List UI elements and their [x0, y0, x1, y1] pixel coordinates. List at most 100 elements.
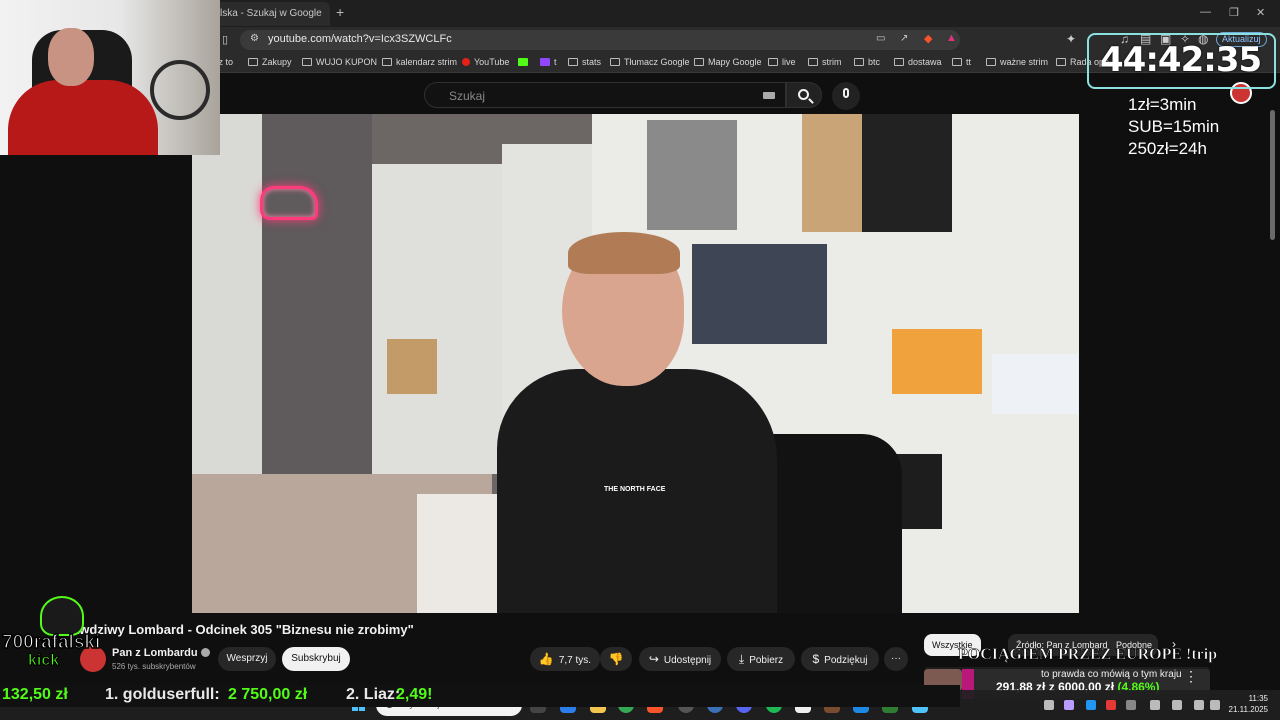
steam-icon[interactable] — [1126, 700, 1136, 710]
bookmark-item[interactable]: Tłumacz Google — [610, 57, 690, 67]
webcam-bike — [150, 60, 210, 120]
maximize-icon[interactable]: ❐ — [1229, 6, 1239, 19]
like-count: 7,7 tys. — [558, 655, 592, 666]
goal-subtitle: to prawda co mówią o tym kraju — [1041, 669, 1182, 680]
bookmark-item[interactable]: kalendarz strim — [382, 57, 457, 67]
bookmark-item[interactable]: live — [768, 57, 796, 67]
bookmark-label: WUJO KUPON — [316, 57, 378, 67]
channel-name[interactable]: Pan z Lombardu — [112, 647, 210, 659]
video-object — [387, 339, 437, 394]
search-button[interactable] — [786, 82, 822, 108]
youtube-icon — [462, 58, 470, 66]
folder-icon — [854, 58, 864, 66]
volume-icon[interactable] — [1210, 700, 1220, 710]
video-player[interactable]: THE NORTH FACE — [192, 114, 1079, 613]
bluetooth-icon[interactable] — [1086, 700, 1096, 710]
page-scrollbar[interactable] — [1270, 110, 1275, 240]
tray-icon[interactable] — [1064, 700, 1074, 710]
bookmark-item[interactable]: stats — [568, 57, 601, 67]
keyboard-icon[interactable] — [763, 92, 775, 99]
donation-name: 1. golduserfull: — [105, 686, 220, 703]
donation-total: 132,50 zł — [2, 686, 68, 703]
tray-icon[interactable] — [1150, 700, 1160, 710]
more-actions-button[interactable]: ··· — [884, 647, 908, 671]
kick-icon — [518, 58, 528, 66]
new-tab-button[interactable]: + — [336, 4, 344, 20]
bookmark-item[interactable]: strim — [808, 57, 842, 67]
like-button[interactable]: 👍 7,7 tys. — [530, 647, 600, 671]
close-icon[interactable]: ✕ — [1256, 6, 1265, 19]
rate-line: SUB=15min — [1128, 117, 1220, 136]
network-icon[interactable] — [1194, 700, 1204, 710]
cast-icon[interactable]: ▭ — [876, 33, 885, 44]
folder-icon — [248, 58, 258, 66]
search-input[interactable]: Szukaj — [424, 82, 786, 108]
taskbar-clock[interactable]: 11:35 21.11.2025 — [1226, 693, 1268, 715]
bookmark-item[interactable]: YouTube — [462, 57, 509, 67]
bookmark-item[interactable]: btc — [854, 57, 880, 67]
bookmark-item[interactable]: Mapy Google — [694, 57, 762, 67]
folder-icon — [808, 58, 818, 66]
share-button[interactable]: ↪ Udostępnij — [639, 647, 721, 671]
subathon-rates: 1zł=3min SUB=15min 250zł=24h — [1128, 94, 1219, 160]
voice-search-button[interactable] — [832, 82, 860, 110]
share-icon[interactable]: ↗ — [900, 33, 908, 44]
video-person-hair — [568, 232, 680, 274]
kick-channel-logo: 700rafalski kick — [1, 596, 104, 676]
bookmark-label: stats — [582, 57, 602, 67]
maps-icon — [694, 58, 704, 66]
donations-ticker: 132,50 zł 1. golduserfull: 2 750,00 zł 2… — [0, 685, 960, 707]
goal-title: POCIĄGIEM PRZEZ EUROPE !trip — [958, 646, 1218, 664]
support-button[interactable]: Wesprzyj — [218, 647, 276, 671]
neon-sign — [260, 186, 318, 220]
brave-shield-icon[interactable]: ◆ — [924, 32, 932, 45]
bookmark-label: btc — [868, 57, 881, 67]
omnibox[interactable]: ⚙ youtube.com/watch?v=Icx3SZWCLFc ▭ ↗ ◆ … — [240, 30, 960, 50]
kick-mascot-icon — [40, 596, 84, 636]
bookmark-item[interactable]: t — [540, 57, 557, 67]
download-icon: ⤓ — [738, 652, 745, 666]
screen: lska - Szukaj w Google + — ❐ ✕ ▯ ⚙ youtu… — [0, 0, 1280, 720]
video-object — [647, 120, 737, 230]
subathon-timer: 44:42:35 — [1100, 40, 1262, 80]
bookmark-item[interactable]: WUJO KUPON — [302, 57, 377, 67]
subscribe-button[interactable]: Subskrybuj — [282, 647, 350, 671]
search-icon — [798, 89, 809, 100]
tray-icon[interactable] — [1106, 700, 1116, 710]
thumbs-up-icon: 👍 — [538, 652, 554, 666]
kebab-menu-icon[interactable]: ⋮ — [1184, 668, 1198, 685]
site-info-icon[interactable]: ⚙ — [250, 33, 259, 44]
url-text[interactable]: youtube.com/watch?v=Icx3SZWCLFc — [268, 33, 452, 45]
bookmark-label: ważne strim — [1000, 57, 1049, 67]
extensions-icon[interactable]: ✦ — [1066, 32, 1076, 46]
rate-line: 1zł=3min — [1128, 95, 1197, 114]
bookmark-icon[interactable]: ▯ — [222, 33, 228, 46]
browser-tab[interactable]: lska - Szukaj w Google — [212, 2, 330, 26]
bookmark-item[interactable]: ważne strim — [986, 57, 1048, 67]
bookmark-label: kalendarz strim — [396, 57, 458, 67]
minimize-icon[interactable]: — — [1200, 6, 1211, 18]
rate-line: 250zł=24h — [1128, 139, 1207, 158]
tray-icon[interactable] — [1044, 700, 1054, 710]
bookmark-item[interactable] — [518, 57, 532, 67]
streamer-webcam — [0, 0, 220, 155]
bookmark-label: YouTube — [474, 57, 510, 67]
kick-brand: kick — [27, 652, 60, 670]
bookmark-item[interactable]: Zakupy — [248, 57, 292, 67]
microphone-icon[interactable] — [1172, 700, 1182, 710]
bookmark-label: Zakupy — [262, 57, 292, 67]
download-button[interactable]: ⤓ Pobierz — [727, 647, 795, 671]
bookmark-label: tt — [966, 57, 972, 67]
video-shelf — [372, 164, 502, 474]
dislike-button[interactable]: 👎 — [600, 647, 632, 671]
bookmark-item[interactable]: dostawa — [894, 57, 942, 67]
video-object — [892, 329, 982, 394]
bookmark-item[interactable]: tt — [952, 57, 971, 67]
thanks-button[interactable]: $ Podziękuj — [801, 647, 879, 671]
rewards-icon[interactable]: ▲ — [946, 32, 957, 44]
folder-icon — [986, 58, 996, 66]
search-placeholder: Szukaj — [449, 89, 486, 103]
donation-amount: 2,49! — [396, 686, 433, 703]
clock-time: 11:35 — [1248, 694, 1268, 703]
translate-icon — [610, 58, 620, 66]
